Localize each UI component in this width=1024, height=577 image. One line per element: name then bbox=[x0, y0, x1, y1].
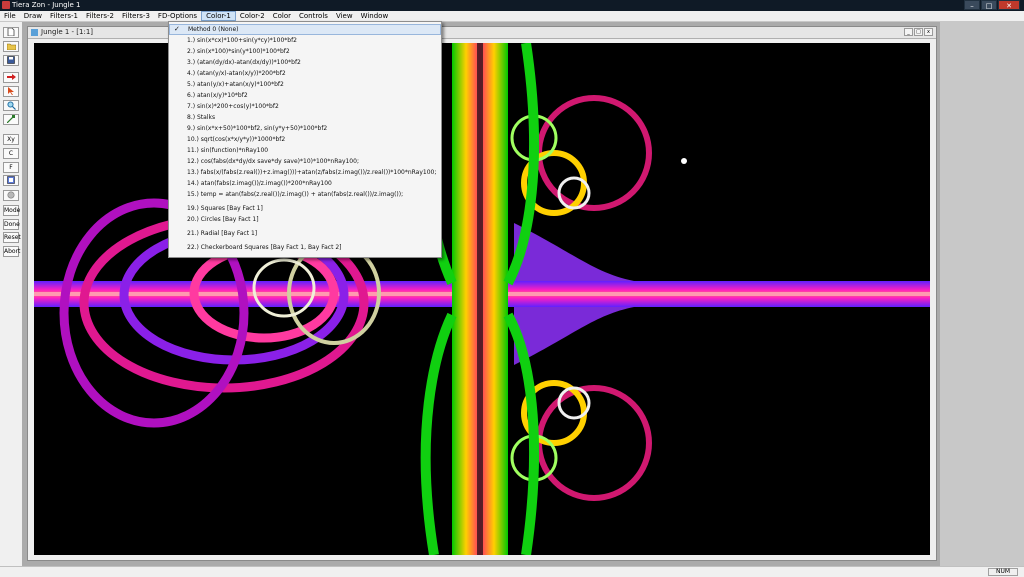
color-method-item[interactable]: 20.) Circles [Bay Fact 1] bbox=[169, 214, 441, 225]
tool-done-button[interactable]: Done bbox=[3, 219, 20, 230]
color-method-item[interactable]: 10.) sqrt(cos(x*x/y*y))*1000*bf2 bbox=[169, 134, 441, 145]
color-method-item[interactable]: 19.) Squares [Bay Fact 1] bbox=[169, 203, 441, 214]
transform-icon[interactable] bbox=[3, 114, 19, 125]
menu-fd-options[interactable]: FD-Options bbox=[154, 11, 201, 21]
color-method-item[interactable]: 2.) sin(x*100)*sin(y*100)*100*bf2 bbox=[169, 46, 441, 57]
menu-item-label: Method 0 (None) bbox=[188, 26, 239, 33]
window-controls: – □ ✕ bbox=[964, 0, 1020, 11]
tool-f-button[interactable]: F bbox=[3, 162, 19, 173]
color-method-item[interactable]: 9.) sin(x*x+50)*100*bf2, sin(y*y+50)*100… bbox=[169, 123, 441, 134]
color-method-item[interactable]: 14.) atan(fabs(z.imag())/z.imag())*200*n… bbox=[169, 178, 441, 189]
num-lock-indicator: NUM bbox=[988, 568, 1018, 576]
color-method-item[interactable]: 7.) sin(x)*200+cos(y)*100*bf2 bbox=[169, 101, 441, 112]
menu-window[interactable]: Window bbox=[357, 11, 393, 21]
document-icon bbox=[31, 29, 38, 36]
zoom-icon[interactable] bbox=[3, 100, 19, 111]
color-method-item[interactable]: 3.) (atan(dy/dx)-atan(dx/dy))*100*bf2 bbox=[169, 57, 441, 68]
close-button[interactable]: ✕ bbox=[998, 0, 1020, 10]
pointer-icon[interactable] bbox=[3, 86, 19, 97]
open-folder-icon[interactable] bbox=[3, 41, 19, 52]
left-toolbar: Xy C F Mode Done Reset Abort bbox=[0, 22, 23, 566]
color-method-item[interactable]: 21.) Radial [Bay Fact 1] bbox=[169, 228, 441, 239]
checkmark-icon: ✓ bbox=[174, 25, 180, 33]
doc-maximize-button[interactable]: □ bbox=[914, 28, 923, 36]
tool-mode-button[interactable]: Mode bbox=[3, 205, 20, 216]
tool-reset-button[interactable]: Reset bbox=[3, 232, 21, 243]
color-method-item[interactable]: 11.) sin(function)*nRay100 bbox=[169, 145, 441, 156]
document-controls: _ □ x bbox=[904, 28, 933, 36]
window-titlebar: Tiera Zon - Jungle 1 – □ ✕ bbox=[0, 0, 1024, 11]
menu-file[interactable]: File bbox=[0, 11, 20, 21]
save-icon[interactable] bbox=[3, 55, 19, 66]
color-method-item[interactable]: 5.) atan(y/x)+atan(x/y)*100*bf2 bbox=[169, 79, 441, 90]
tool-abort-button[interactable]: Abort bbox=[3, 246, 20, 257]
menu-color[interactable]: Color bbox=[269, 11, 295, 21]
color-method-item[interactable]: 6.) atan(x/y)*10*bf2 bbox=[169, 90, 441, 101]
menu-filters-3[interactable]: Filters-3 bbox=[118, 11, 154, 21]
color-method-item[interactable]: 22.) Checkerboard Squares [Bay Fact 1, B… bbox=[169, 242, 441, 253]
document-title: Jungle 1 - [1:1] bbox=[41, 28, 94, 36]
color-method-item[interactable]: 12.) cos(fabs(dx*dy/dx save*dy save)*10)… bbox=[169, 156, 441, 167]
color-method-item[interactable]: 4.) (atan(y/x)-atan(x/y))*200*bf2 bbox=[169, 68, 441, 79]
color-method-item[interactable]: 13.) fabs(x/(fabs(z.real())+z.imag()))+a… bbox=[169, 167, 441, 178]
menu-color-1[interactable]: Color-1 bbox=[201, 11, 236, 21]
document-titlebar: Jungle 1 - [1:1] _ □ x bbox=[28, 27, 936, 39]
menu-view[interactable]: View bbox=[332, 11, 357, 21]
record-icon[interactable] bbox=[3, 190, 19, 201]
status-bar: NUM bbox=[0, 566, 1024, 577]
arrow-right-icon[interactable] bbox=[3, 72, 19, 83]
tool-c-button[interactable]: C bbox=[3, 148, 19, 159]
tool-xy-button[interactable]: Xy bbox=[3, 134, 19, 145]
menu-color-2[interactable]: Color-2 bbox=[236, 11, 269, 21]
doc-minimize-button[interactable]: _ bbox=[904, 28, 913, 36]
app-icon bbox=[2, 1, 10, 9]
color-method-item[interactable]: 15.) temp = atan(fabs(z.real())/z.imag()… bbox=[169, 189, 441, 200]
palette-icon[interactable] bbox=[3, 175, 19, 186]
menu-draw[interactable]: Draw bbox=[20, 11, 46, 21]
menubar: File Draw Filters-1 Filters-2 Filters-3 … bbox=[0, 11, 1024, 22]
menu-filters-2[interactable]: Filters-2 bbox=[82, 11, 118, 21]
maximize-button[interactable]: □ bbox=[981, 0, 997, 10]
window-title: Tiera Zon - Jungle 1 bbox=[12, 1, 81, 9]
menu-filters-1[interactable]: Filters-1 bbox=[46, 11, 82, 21]
color-method-item[interactable]: 8.) Stalks bbox=[169, 112, 441, 123]
new-file-icon[interactable] bbox=[3, 27, 19, 38]
color1-dropdown-menu: ✓ Method 0 (None) 1.) sin(x*cx)*100+sin(… bbox=[168, 21, 442, 258]
menu-controls[interactable]: Controls bbox=[295, 11, 332, 21]
minimize-button[interactable]: – bbox=[964, 0, 980, 10]
right-gray-panel bbox=[940, 22, 1024, 566]
doc-close-button[interactable]: x bbox=[924, 28, 933, 36]
color-method-item[interactable]: ✓ Method 0 (None) bbox=[169, 24, 441, 35]
color-method-item[interactable]: 1.) sin(x*cx)*100+sin(y*cy)*100*bf2 bbox=[169, 35, 441, 46]
